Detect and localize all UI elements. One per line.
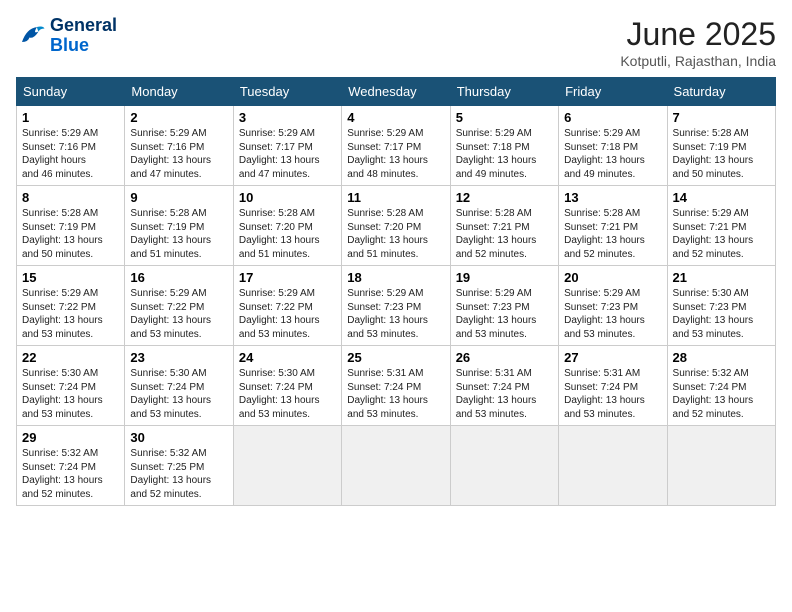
column-header-wednesday: Wednesday [342, 78, 450, 106]
column-header-thursday: Thursday [450, 78, 558, 106]
calendar-header-row: SundayMondayTuesdayWednesdayThursdayFrid… [17, 78, 776, 106]
calendar-cell-17: 17Sunrise: 5:29 AMSunset: 7:22 PMDayligh… [233, 266, 341, 346]
logo-line1: General [50, 16, 117, 36]
column-header-sunday: Sunday [17, 78, 125, 106]
calendar-cell-10: 10Sunrise: 5:28 AMSunset: 7:20 PMDayligh… [233, 186, 341, 266]
calendar-cell-14: 14Sunrise: 5:29 AMSunset: 7:21 PMDayligh… [667, 186, 775, 266]
calendar-cell-4: 4Sunrise: 5:29 AMSunset: 7:17 PMDaylight… [342, 106, 450, 186]
logo: General Blue [16, 16, 117, 56]
calendar-cell-11: 11Sunrise: 5:28 AMSunset: 7:20 PMDayligh… [342, 186, 450, 266]
month-year: June 2025 [620, 16, 776, 53]
calendar-week-0: 1Sunrise: 5:29 AMSunset: 7:16 PMDaylight… [17, 106, 776, 186]
calendar-cell-empty-4-5 [559, 426, 667, 506]
calendar-week-1: 8Sunrise: 5:28 AMSunset: 7:19 PMDaylight… [17, 186, 776, 266]
title-block: June 2025 Kotputli, Rajasthan, India [620, 16, 776, 69]
calendar-cell-empty-4-6 [667, 426, 775, 506]
calendar-week-4: 29Sunrise: 5:32 AMSunset: 7:24 PMDayligh… [17, 426, 776, 506]
calendar-table: SundayMondayTuesdayWednesdayThursdayFrid… [16, 77, 776, 506]
calendar-cell-13: 13Sunrise: 5:28 AMSunset: 7:21 PMDayligh… [559, 186, 667, 266]
calendar-cell-9: 9Sunrise: 5:28 AMSunset: 7:19 PMDaylight… [125, 186, 233, 266]
calendar-cell-6: 6Sunrise: 5:29 AMSunset: 7:18 PMDaylight… [559, 106, 667, 186]
calendar-week-3: 22Sunrise: 5:30 AMSunset: 7:24 PMDayligh… [17, 346, 776, 426]
calendar-cell-22: 22Sunrise: 5:30 AMSunset: 7:24 PMDayligh… [17, 346, 125, 426]
calendar-cell-16: 16Sunrise: 5:29 AMSunset: 7:22 PMDayligh… [125, 266, 233, 346]
calendar-cell-empty-4-3 [342, 426, 450, 506]
location: Kotputli, Rajasthan, India [620, 53, 776, 69]
calendar-cell-24: 24Sunrise: 5:30 AMSunset: 7:24 PMDayligh… [233, 346, 341, 426]
calendar-cell-empty-4-2 [233, 426, 341, 506]
calendar-cell-5: 5Sunrise: 5:29 AMSunset: 7:18 PMDaylight… [450, 106, 558, 186]
column-header-saturday: Saturday [667, 78, 775, 106]
calendar-cell-27: 27Sunrise: 5:31 AMSunset: 7:24 PMDayligh… [559, 346, 667, 426]
calendar-week-2: 15Sunrise: 5:29 AMSunset: 7:22 PMDayligh… [17, 266, 776, 346]
calendar-cell-25: 25Sunrise: 5:31 AMSunset: 7:24 PMDayligh… [342, 346, 450, 426]
column-header-friday: Friday [559, 78, 667, 106]
calendar-cell-15: 15Sunrise: 5:29 AMSunset: 7:22 PMDayligh… [17, 266, 125, 346]
calendar-cell-19: 19Sunrise: 5:29 AMSunset: 7:23 PMDayligh… [450, 266, 558, 346]
logo-line2: Blue [50, 36, 117, 56]
calendar-cell-1: 1Sunrise: 5:29 AMSunset: 7:16 PMDaylight… [17, 106, 125, 186]
column-header-tuesday: Tuesday [233, 78, 341, 106]
calendar-cell-8: 8Sunrise: 5:28 AMSunset: 7:19 PMDaylight… [17, 186, 125, 266]
calendar-cell-30: 30Sunrise: 5:32 AMSunset: 7:25 PMDayligh… [125, 426, 233, 506]
calendar-cell-empty-4-4 [450, 426, 558, 506]
calendar-cell-26: 26Sunrise: 5:31 AMSunset: 7:24 PMDayligh… [450, 346, 558, 426]
column-header-monday: Monday [125, 78, 233, 106]
logo-bird-icon [16, 21, 46, 51]
calendar-cell-12: 12Sunrise: 5:28 AMSunset: 7:21 PMDayligh… [450, 186, 558, 266]
calendar-cell-28: 28Sunrise: 5:32 AMSunset: 7:24 PMDayligh… [667, 346, 775, 426]
calendar-cell-23: 23Sunrise: 5:30 AMSunset: 7:24 PMDayligh… [125, 346, 233, 426]
calendar-cell-7: 7Sunrise: 5:28 AMSunset: 7:19 PMDaylight… [667, 106, 775, 186]
calendar-cell-29: 29Sunrise: 5:32 AMSunset: 7:24 PMDayligh… [17, 426, 125, 506]
calendar-cell-2: 2Sunrise: 5:29 AMSunset: 7:16 PMDaylight… [125, 106, 233, 186]
calendar-cell-20: 20Sunrise: 5:29 AMSunset: 7:23 PMDayligh… [559, 266, 667, 346]
calendar-cell-3: 3Sunrise: 5:29 AMSunset: 7:17 PMDaylight… [233, 106, 341, 186]
calendar-cell-18: 18Sunrise: 5:29 AMSunset: 7:23 PMDayligh… [342, 266, 450, 346]
page-header: General Blue June 2025 Kotputli, Rajasth… [16, 16, 776, 69]
calendar-cell-21: 21Sunrise: 5:30 AMSunset: 7:23 PMDayligh… [667, 266, 775, 346]
